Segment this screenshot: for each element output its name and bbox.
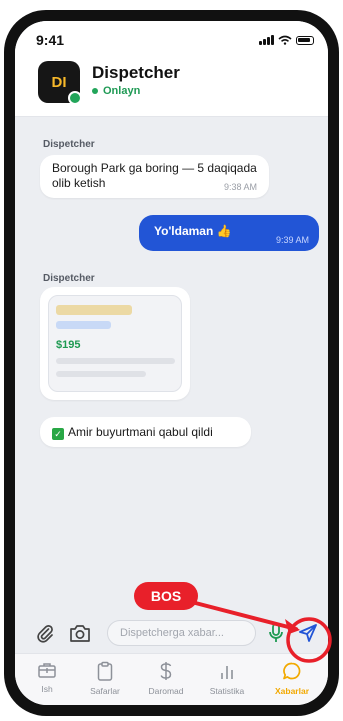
paperclip-icon bbox=[37, 625, 53, 643]
clipboard-icon bbox=[97, 661, 113, 681]
order-card-message[interactable]: $195 bbox=[40, 287, 190, 400]
send-button[interactable] bbox=[295, 620, 321, 646]
message-composer bbox=[15, 613, 328, 653]
tab-label: Safarlar bbox=[90, 686, 120, 696]
phone-frame: 9:41 DI Dispetcher Onlayn Dispetcher Bor… bbox=[4, 10, 339, 716]
tab-safarlar[interactable]: Safarlar bbox=[77, 658, 133, 702]
annotation-label: BOS bbox=[134, 582, 198, 610]
bar-chart-icon bbox=[221, 666, 233, 679]
order-price: $195 bbox=[56, 339, 81, 351]
dollar-icon bbox=[160, 662, 172, 680]
online-indicator bbox=[68, 91, 82, 105]
card-placeholder-bar bbox=[56, 358, 175, 364]
status-icons bbox=[259, 35, 314, 45]
chat-header: 9:41 DI Dispetcher Onlayn bbox=[15, 21, 328, 117]
message-text: Yo'ldaman 👍 bbox=[154, 224, 232, 238]
tab-ish[interactable]: Ish bbox=[19, 658, 75, 702]
message-time: 9:38 AM bbox=[223, 182, 257, 192]
signal-icon bbox=[259, 35, 274, 45]
microphone-icon bbox=[269, 623, 283, 642]
camera-button[interactable] bbox=[67, 620, 93, 646]
online-dot-icon bbox=[92, 88, 98, 94]
message-input[interactable] bbox=[107, 620, 256, 646]
attach-button[interactable] bbox=[32, 620, 58, 646]
wifi-icon bbox=[278, 35, 292, 45]
order-card[interactable]: $195 bbox=[48, 295, 182, 392]
bottom-tab-bar: Ish Safarlar Daromad Statistika Xabarlar bbox=[15, 653, 328, 705]
tab-label: Daromad bbox=[148, 686, 184, 696]
message-text: Amir buyurtmani qabul qildi bbox=[68, 425, 213, 439]
briefcase-icon bbox=[38, 663, 56, 678]
send-icon bbox=[299, 624, 317, 642]
tab-label: Statistika bbox=[209, 686, 245, 696]
message-sender: Dispetcher bbox=[43, 139, 95, 150]
tab-label: Ish bbox=[41, 684, 53, 694]
system-message: ✓ Amir buyurtmani qabul qildi bbox=[40, 417, 251, 447]
camera-icon bbox=[70, 625, 90, 642]
battery-icon bbox=[296, 35, 314, 45]
voice-button[interactable] bbox=[263, 620, 289, 646]
message-sender: Dispetcher bbox=[43, 273, 95, 284]
incoming-message[interactable]: Borough Park ga boring — 5 daqiqada olib… bbox=[40, 155, 269, 198]
outgoing-message[interactable]: Yo'ldaman 👍 9:39 AM bbox=[139, 215, 319, 251]
card-placeholder-bar bbox=[56, 371, 146, 377]
presence-status: Onlayn bbox=[92, 85, 140, 97]
chat-title: Dispetcher bbox=[92, 63, 180, 82]
tab-label: Xabarlar bbox=[274, 686, 310, 696]
presence-label: Onlayn bbox=[103, 85, 141, 97]
tab-daromad[interactable]: Daromad bbox=[138, 658, 194, 702]
tab-statistika[interactable]: Statistika bbox=[199, 658, 255, 702]
card-placeholder-bar bbox=[56, 305, 132, 315]
checkmark-icon: ✓ bbox=[52, 428, 64, 440]
message-time: 9:39 AM bbox=[275, 235, 309, 245]
status-time: 9:41 bbox=[36, 32, 65, 48]
chat-bubble-icon bbox=[283, 662, 301, 680]
card-placeholder-bar bbox=[56, 321, 111, 329]
system-message-row: ✓ Amir buyurtmani qabul qildi bbox=[52, 425, 213, 440]
tab-xabarlar[interactable]: Xabarlar bbox=[264, 658, 320, 702]
